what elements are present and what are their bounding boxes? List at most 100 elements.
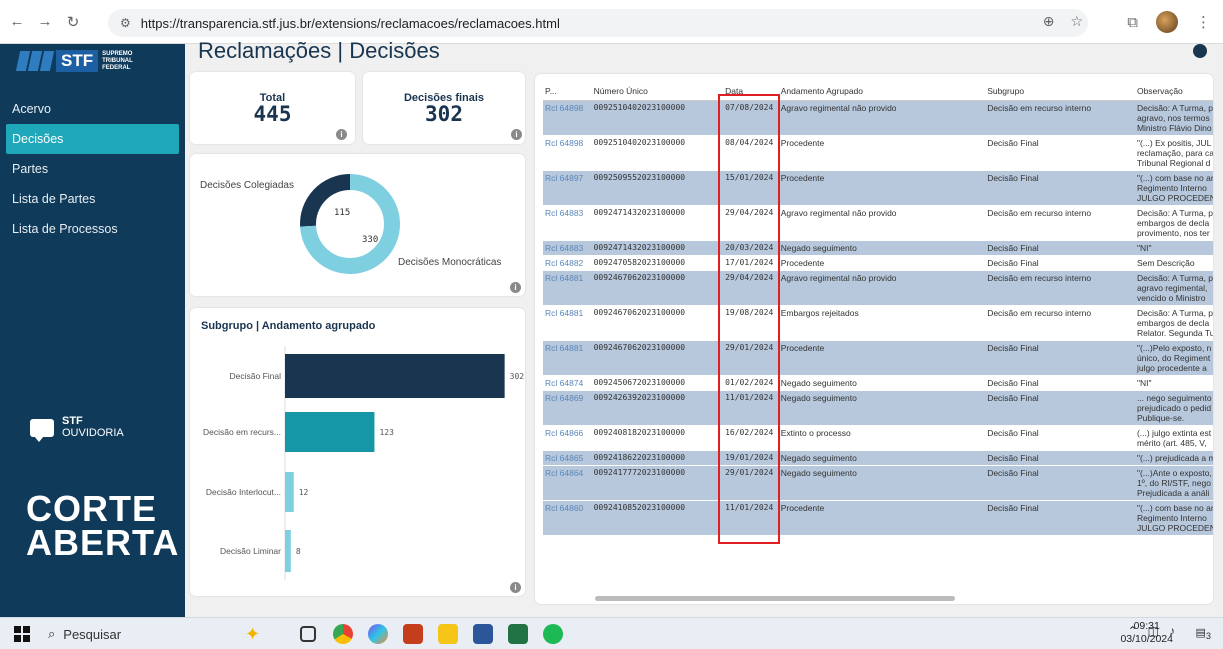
cell-p[interactable]: Rcl 64897 (543, 170, 592, 206)
info-icon[interactable]: i (336, 129, 347, 140)
cell-and: Negado seguimento (778, 450, 986, 466)
chart-bar[interactable] (285, 530, 291, 572)
cell-p[interactable]: Rcl 64881 (543, 270, 592, 306)
forward-icon[interactable]: → (34, 11, 56, 33)
sidebar-item-lista-de-partes[interactable]: Lista de Partes (0, 184, 185, 214)
table-row[interactable]: Rcl 64865 0092418622023100000 19/01/2024 Ne… (543, 450, 1213, 466)
cell-sub: Decisão Final (985, 170, 1135, 206)
sidebar-item-lista-de-processos[interactable]: Lista de Processos (0, 214, 185, 244)
zoom-icon[interactable]: ⊕ (1043, 13, 1055, 30)
table-row[interactable]: Rcl 64869 0092426392023100000 11/01/2024 Ne… (543, 390, 1213, 426)
stf-logo[interactable]: STF SUPREMO TRIBUNAL FEDERAL (15, 50, 140, 72)
app-area: STF SUPREMO TRIBUNAL FEDERAL Acervo Decis… (0, 38, 1223, 617)
cell-p[interactable]: Rcl 64881 (543, 305, 592, 341)
task-view-icon[interactable] (300, 626, 316, 642)
cell-p[interactable]: Rcl 64898 (543, 100, 592, 136)
cell-sub: Decisão Final (985, 500, 1135, 536)
column-header[interactable]: Subgrupo (985, 82, 1135, 101)
address-bar[interactable]: ⚙ https://transparencia.stf.jus.br/exten… (108, 9, 1088, 37)
windows-start-icon[interactable] (14, 626, 30, 642)
cell-and: Negado seguimento (778, 390, 986, 426)
table-row[interactable]: Rcl 64881 0092467062023100000 19/08/2024 Em… (543, 305, 1213, 341)
cell-sub: Decisão Final (985, 450, 1135, 466)
cell-and: Extinto o processo (778, 425, 986, 451)
chart-bar[interactable] (285, 412, 375, 452)
cell-obs: "(...) prejudicada a m (1134, 450, 1213, 466)
table-row[interactable]: Rcl 64864 0092417772023100000 29/01/2024 Ne… (543, 465, 1213, 501)
clock[interactable]: 09:31 03/10/2024 (1120, 620, 1173, 646)
column-header[interactable]: Número Único (591, 82, 724, 101)
cell-p[interactable]: Rcl 64898 (543, 135, 592, 171)
spotify-icon[interactable] (543, 624, 563, 644)
taskbar-search[interactable]: ⌕ Pesquisar (48, 622, 188, 646)
bar-chart[interactable]: Decisão Final 302 Decisão em recurs... 123 D… (190, 308, 525, 596)
copilot-sparkle-icon[interactable]: ✦ (245, 624, 265, 644)
chart-data-label: 123 (379, 428, 394, 437)
word-icon[interactable] (473, 624, 493, 644)
excel-icon[interactable] (508, 624, 528, 644)
copilot-app-icon[interactable] (368, 624, 388, 644)
donut-value-monocraticas: 330 (362, 235, 378, 245)
sidebar-item-acervo[interactable]: Acervo (0, 94, 185, 124)
info-icon[interactable]: i (510, 282, 521, 293)
cell-p[interactable]: Rcl 64883 (543, 205, 592, 241)
info-icon[interactable]: i (511, 129, 522, 140)
cell-sub: Decisão em recurso interno (985, 305, 1135, 341)
reload-icon[interactable]: ↻ (62, 11, 84, 33)
cell-p[interactable]: Rcl 64864 (543, 465, 592, 501)
powerpoint-icon[interactable] (403, 624, 423, 644)
site-info-icon[interactable]: ⚙ (120, 16, 131, 30)
table-row[interactable]: Rcl 64860 0092410852023100000 11/01/2024 Pr… (543, 500, 1213, 536)
sidebar-item-partes[interactable]: Partes (0, 154, 185, 184)
cell-obs: Decisão: A Turma, p embargos de decla Re… (1134, 305, 1213, 341)
table-row[interactable]: Rcl 64866 0092408182023100000 16/02/2024 Ex… (543, 425, 1213, 451)
chrome-icon[interactable] (333, 624, 353, 644)
donut-card: 115 330 Decisões Colegiadas Decisões Mono… (190, 154, 525, 296)
info-icon[interactable]: i (510, 582, 521, 593)
table-row[interactable]: Rcl 64883 0092471432023100000 20/03/2024 Ne… (543, 240, 1213, 256)
ouvidoria-link[interactable]: STF OUVIDORIA (30, 416, 124, 442)
chart-bar[interactable] (285, 472, 294, 512)
column-header[interactable]: Andamento Agrupado (778, 82, 986, 101)
table-row[interactable]: Rcl 64881 0092467062023100000 29/04/2024 Ag… (543, 270, 1213, 306)
cell-p[interactable]: Rcl 64860 (543, 500, 592, 536)
donut-chart[interactable]: 115 330 (190, 154, 525, 296)
cell-p[interactable]: Rcl 64869 (543, 390, 592, 426)
cell-p[interactable]: Rcl 64865 (543, 450, 592, 466)
donut-slice-colegiadas[interactable] (300, 174, 351, 227)
horizontal-scrollbar[interactable] (595, 596, 955, 601)
table-row[interactable]: Rcl 64897 0092509552023100000 15/01/2024 Pr… (543, 170, 1213, 206)
cell-p[interactable]: Rcl 64882 (543, 255, 592, 271)
table-row[interactable]: Rcl 64881 0092467062023100000 29/01/2024 Pr… (543, 340, 1213, 376)
table-row[interactable]: Rcl 64874 0092450672023100000 01/02/2024 Ne… (543, 375, 1213, 391)
chart-bar[interactable] (285, 354, 505, 398)
cell-p[interactable]: Rcl 64874 (543, 375, 592, 391)
cell-obs: Decisão: A Turma, p embargos de decla pr… (1134, 205, 1213, 241)
cell-num: 0092408182023100000 (591, 425, 724, 451)
extensions-icon[interactable]: ⧉ (1127, 14, 1138, 31)
sidebar-item-decisões[interactable]: Decisões (6, 124, 179, 154)
table-row[interactable]: Rcl 64883 0092471432023100000 29/04/2024 Ag… (543, 205, 1213, 241)
cell-obs: Decisão: A Turma, p agravo regimental, v… (1134, 270, 1213, 306)
column-header[interactable]: Observação (1134, 82, 1213, 101)
back-icon[interactable]: ← (6, 11, 28, 33)
browser-toolbar: ← → ↻ ⚙ https://transparencia.stf.jus.br… (0, 0, 1223, 44)
cell-p[interactable]: Rcl 64881 (543, 340, 592, 376)
column-header[interactable]: P... (543, 82, 592, 101)
cell-p[interactable]: Rcl 64866 (543, 425, 592, 451)
cell-p[interactable]: Rcl 64883 (543, 240, 592, 256)
bookmark-star-icon[interactable]: ☆ (1070, 13, 1083, 30)
menu-kebab-icon[interactable]: ⋮ (1196, 13, 1211, 31)
table-row[interactable]: Rcl 64882 0092470582023100000 17/01/2024 Pr… (543, 255, 1213, 271)
bar-chart-card: Subgrupo | Andamento agrupado Decisão Fi… (190, 308, 525, 596)
table-row[interactable]: Rcl 64898 0092510402023100000 08/04/2024 Pr… (543, 135, 1213, 171)
cell-obs: "(...)Pelo exposto, n único, do Regiment… (1134, 340, 1213, 376)
profile-avatar[interactable] (1156, 11, 1178, 33)
cell-obs: Sem Descrição (1134, 255, 1213, 271)
info-icon[interactable] (1193, 44, 1207, 58)
corte-aberta-logo[interactable]: CORTE ABERTA (26, 491, 179, 561)
notifications-icon[interactable]: ▤3 (1196, 626, 1212, 641)
table-row[interactable]: Rcl 64898 0092510402023100000 07/08/2024 Ag… (543, 100, 1213, 136)
cell-and: Embargos rejeitados (778, 305, 986, 341)
file-explorer-icon[interactable] (438, 624, 458, 644)
